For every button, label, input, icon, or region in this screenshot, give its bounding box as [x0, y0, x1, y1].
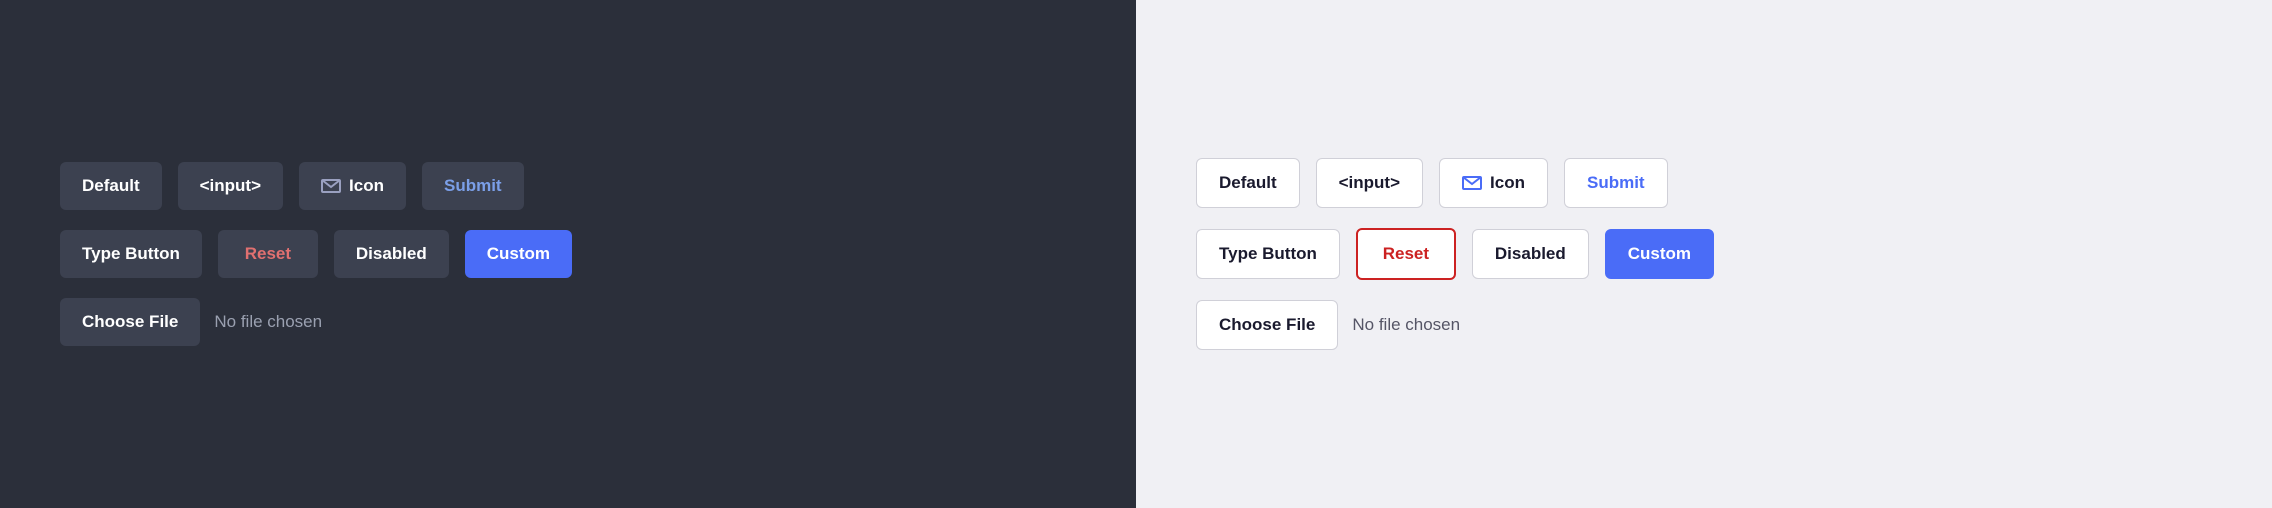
dark-icon-button-label: Icon: [349, 176, 384, 196]
dark-no-file-label: No file chosen: [214, 312, 322, 332]
dark-panel: Default <input> Icon Submit Type Button …: [0, 0, 1136, 508]
dark-typebutton-button[interactable]: Type Button: [60, 230, 202, 278]
light-reset-button[interactable]: Reset: [1356, 228, 1456, 280]
dark-icon-button[interactable]: Icon: [299, 162, 406, 210]
dark-row-2: Type Button Reset Disabled Custom: [60, 230, 572, 278]
light-no-file-label: No file chosen: [1352, 315, 1460, 335]
dark-default-button[interactable]: Default: [60, 162, 162, 210]
light-icon-button-label: Icon: [1490, 173, 1525, 193]
light-panel: Default <input> Icon Submit Type Button …: [1136, 0, 2272, 508]
dark-disabled-button[interactable]: Disabled: [334, 230, 449, 278]
light-icon-button[interactable]: Icon: [1439, 158, 1548, 208]
light-input-button[interactable]: <input>: [1316, 158, 1423, 208]
envelope-icon: [321, 179, 341, 193]
light-choose-file-button[interactable]: Choose File: [1196, 300, 1338, 350]
light-custom-button[interactable]: Custom: [1605, 229, 1714, 279]
dark-row-1: Default <input> Icon Submit: [60, 162, 524, 210]
dark-submit-button[interactable]: Submit: [422, 162, 524, 210]
dark-choose-file-button[interactable]: Choose File: [60, 298, 200, 346]
light-row-2: Type Button Reset Disabled Custom: [1196, 228, 1714, 280]
light-default-button[interactable]: Default: [1196, 158, 1300, 208]
envelope-icon-light: [1462, 176, 1482, 190]
light-row-1: Default <input> Icon Submit: [1196, 158, 1668, 208]
light-row-3: Choose File No file chosen: [1196, 300, 1460, 350]
dark-row-3: Choose File No file chosen: [60, 298, 322, 346]
dark-custom-button[interactable]: Custom: [465, 230, 572, 278]
light-disabled-button[interactable]: Disabled: [1472, 229, 1589, 279]
light-typebutton-button[interactable]: Type Button: [1196, 229, 1340, 279]
dark-reset-button[interactable]: Reset: [218, 230, 318, 278]
dark-input-button[interactable]: <input>: [178, 162, 283, 210]
light-submit-button[interactable]: Submit: [1564, 158, 1668, 208]
